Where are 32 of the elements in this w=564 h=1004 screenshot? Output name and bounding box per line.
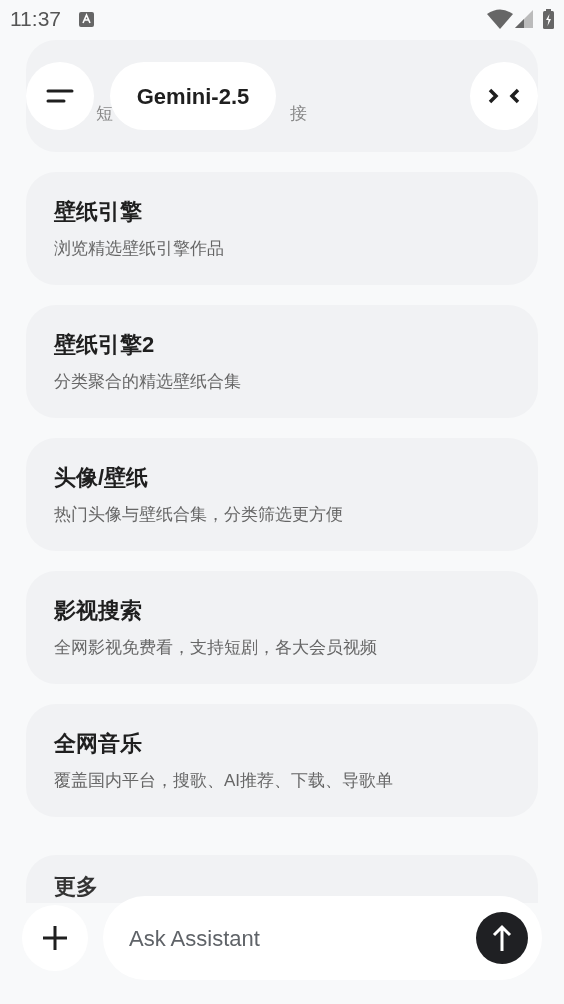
send-button[interactable] — [476, 912, 528, 964]
tool-card[interactable]: 壁纸引擎 浏览精选壁纸引擎作品 — [26, 172, 538, 285]
card-title: 壁纸引擎2 — [54, 331, 156, 360]
card-title: 壁纸引擎 — [54, 198, 143, 227]
signal-icon — [515, 10, 533, 28]
ask-input[interactable]: Ask Assistant — [103, 896, 542, 980]
card-subtitle: 接 — [290, 102, 307, 125]
plus-icon — [42, 925, 68, 951]
menu-icon — [46, 87, 74, 105]
tool-card[interactable]: 头像/壁纸 热门头像与壁纸合集，分类筛选更方便 — [26, 438, 538, 551]
status-time: 11:37 — [10, 6, 61, 33]
card-subtitle: 浏览精选壁纸引擎作品 — [54, 238, 225, 261]
card-subtitle: 热门头像与壁纸合集，分类筛选更方便 — [54, 504, 344, 527]
card-subtitle: 全网影视免费看，支持短剧，各大会员视频 — [54, 637, 378, 660]
tool-card[interactable]: 影视搜索 全网影视免费看，支持短剧，各大会员视频 — [26, 571, 538, 684]
battery-icon — [543, 9, 554, 29]
card-subtitle: 分类聚合的精选壁纸合集 — [54, 371, 242, 394]
tool-card[interactable]: 全网音乐 覆盖国内平台，搜歌、AI推荐、下载、导歌单 — [26, 704, 538, 817]
arrow-up-icon — [492, 924, 512, 952]
tool-card[interactable]: 更多 — [26, 855, 538, 903]
card-title: 全网音乐 — [54, 730, 143, 759]
card-subtitle: 短 — [96, 102, 113, 125]
wifi-icon — [487, 9, 513, 29]
tool-card[interactable]: 壁纸引擎2 分类聚合的精选壁纸合集 — [26, 305, 538, 418]
ask-input-field[interactable]: Ask Assistant — [129, 921, 476, 955]
card-subtitle: 覆盖国内平台，搜歌、AI推荐、下载、导歌单 — [54, 770, 395, 793]
card-title: 头像/壁纸 — [54, 464, 150, 493]
keyboard-notification-icon — [79, 11, 94, 27]
model-title: Gemini-2.5 — [136, 82, 250, 111]
card-title: 影视搜索 — [54, 597, 143, 626]
collapse-icon — [487, 88, 521, 104]
card-title: 更多 — [54, 874, 98, 899]
